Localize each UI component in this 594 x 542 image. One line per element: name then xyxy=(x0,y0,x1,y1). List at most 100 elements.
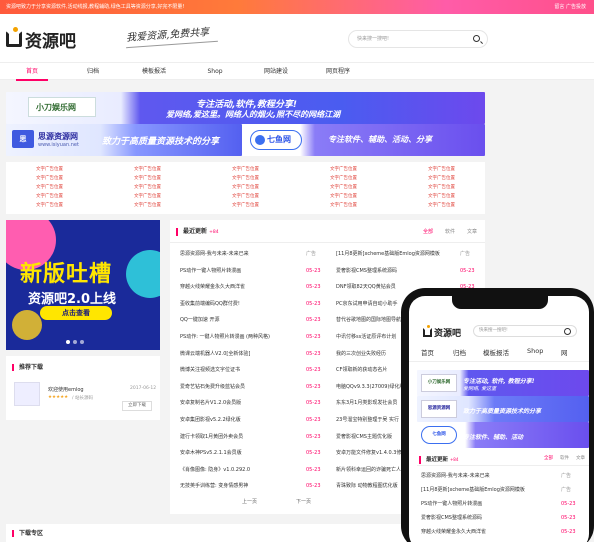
carousel-dot[interactable] xyxy=(80,340,84,344)
phone-news-item-date: 05-23 xyxy=(561,515,576,521)
text-ad-link[interactable]: 文字广告位置 xyxy=(330,184,357,191)
text-ad-link[interactable]: 文字广告位置 xyxy=(232,202,259,209)
text-ad-link[interactable]: 文字广告位置 xyxy=(134,184,161,191)
banner-siyuan[interactable]: 思 思源资源网 www.isiyuan.net 致力于高质量资源技术的分享 xyxy=(6,124,242,156)
news-item-title[interactable]: PS动作: 一键人物照片转漫画 (两种风格) xyxy=(180,331,300,344)
phone-banner-siyuan[interactable]: 思源资源网 致力于高质量资源技术的分享 xyxy=(417,396,589,422)
phone-news-item-title[interactable]: 穿越火线荣耀金永久大西洋雀 xyxy=(421,526,553,538)
site-logo[interactable]: 资源吧 xyxy=(6,27,76,52)
phone-tab-all[interactable]: 全部 xyxy=(544,455,553,461)
promo-decor-circle xyxy=(12,310,42,340)
phone-search-input[interactable]: 快来搜一搜吧! xyxy=(473,325,577,337)
tab-software[interactable]: 软件 xyxy=(445,228,455,235)
news-item-title[interactable]: 建行卡领取1月黄团外卖会员 xyxy=(180,431,300,444)
text-ad-link[interactable]: 文字广告位置 xyxy=(36,166,63,173)
phone-nav-templates[interactable]: 模板报活 xyxy=(483,347,509,357)
search-placeholder: 快来搜一搜吧! xyxy=(357,36,390,42)
phone-news-item-title[interactable]: 爱奢影视CMS整理系统源码 xyxy=(421,512,553,524)
recommend-thumbnail[interactable] xyxy=(14,382,40,406)
promo-carousel[interactable]: 新版吐槽 资源吧2.0上线 点击查看 xyxy=(6,220,160,350)
carousel-dot[interactable] xyxy=(73,340,77,344)
news-item-date: 广告 xyxy=(460,251,471,257)
nav-item-templates[interactable]: 模板报活 xyxy=(136,63,172,81)
news-tabs: 全部 软件 文章 xyxy=(423,228,477,235)
text-ad-link[interactable]: 文字广告位置 xyxy=(428,202,455,209)
prev-page-link[interactable]: 上一页 xyxy=(242,498,257,505)
phone-tab-software[interactable]: 软件 xyxy=(560,455,569,461)
news-item-date: 05-23 xyxy=(306,284,321,291)
phone-news-item-title[interactable]: [11月8更新]xcheme基础版Emlog资源网模板 xyxy=(421,484,553,496)
news-item-title[interactable]: 微博关注视频选文字位证书 xyxy=(180,364,300,377)
text-ad-link[interactable]: 文字广告位置 xyxy=(36,175,63,182)
text-ad-link[interactable]: 文字广告位置 xyxy=(330,175,357,182)
phone-news-item-title[interactable]: PS动作一键人物照片转漫画 xyxy=(421,498,553,510)
phone-logo[interactable]: 资源吧 xyxy=(423,325,461,339)
news-item-title[interactable]: 安卓复制名片V1.2.0会员版 xyxy=(180,397,300,410)
news-item-title[interactable]: QQ一键加速 开源 xyxy=(180,314,300,327)
phone-banner-logo: 思源资源网 xyxy=(421,400,457,418)
divider xyxy=(170,242,485,243)
text-ad-link[interactable]: 文字广告位置 xyxy=(428,193,455,200)
text-ad-link[interactable]: 文字广告位置 xyxy=(36,202,63,209)
nav-item-archive[interactable]: 归档 xyxy=(78,63,108,81)
phone-nav-more[interactable]: 网 xyxy=(561,347,568,357)
news-item-title[interactable]: 穿越火线荣耀金永久大西洋雀 xyxy=(180,281,300,294)
banner-qiyu[interactable]: 七鱼网 专注软件、辅助、活动、分享 xyxy=(242,124,485,156)
tab-articles[interactable]: 文章 xyxy=(467,228,477,235)
news-item-title[interactable]: 安卓集团影视v5.2.2绿化版 xyxy=(180,414,300,427)
news-item-date: 05-23 xyxy=(306,334,321,340)
phone-tab-articles[interactable]: 文章 xyxy=(576,455,585,461)
news-item-title[interactable]: 爱奇艺钻石免费升级蓝钻会员 xyxy=(180,381,300,394)
banner-xiaodao[interactable]: 小刀娱乐网 专注活动,软件,教程分享! 爱网络,爱这里。网络人的烟火,照不尽的网… xyxy=(6,92,485,124)
carousel-dot[interactable] xyxy=(66,340,70,344)
news-item-title[interactable]: PS动作一键人物照片转漫画 xyxy=(180,265,300,278)
text-ad-link[interactable]: 文字广告位置 xyxy=(428,166,455,173)
text-ad-link[interactable]: 文字广告位置 xyxy=(134,175,161,182)
nav-item-shop[interactable]: Shop xyxy=(200,63,230,81)
phone-banner-xiaodao[interactable]: 小刀娱乐网 专注活动, 软件, 教程分享! 爱网络, 爱这里 xyxy=(417,370,589,396)
text-ad-link[interactable]: 文字广告位置 xyxy=(232,166,259,173)
news-item-title[interactable]: [11月8更新]xcheme基础版Emlog资源网模板 xyxy=(336,248,454,261)
news-item-title[interactable]: 歪收集前端编码QQ群付费! xyxy=(180,298,300,311)
recommend-item-name[interactable]: 欢迎使用emlog xyxy=(48,386,84,393)
text-ad-link[interactable]: 文字广告位置 xyxy=(232,175,259,182)
nav-item-home[interactable]: 首页 xyxy=(16,63,48,81)
news-item-date: 05-23 xyxy=(306,466,321,473)
text-ad-link[interactable]: 文字广告位置 xyxy=(134,166,161,173)
news-item-title[interactable]: 《肖像图像: 隐身》v1.0.292.0 xyxy=(180,464,300,477)
text-ad-link[interactable]: 文字广告位置 xyxy=(232,184,259,191)
nav-item-website-build[interactable]: 网站建设 xyxy=(256,63,296,81)
text-ad-link[interactable]: 文字广告位置 xyxy=(330,193,357,200)
phone-news-item-title[interactable]: 思源资源网-我与未来-未来已来 xyxy=(421,470,553,482)
text-ad-link[interactable]: 文字广告位置 xyxy=(428,184,455,191)
phone-banner-subline: 爱网络, 爱这里 xyxy=(463,386,497,392)
news-item-title[interactable]: 无技英手训练营: 变身情感男神 xyxy=(180,480,300,493)
phone-nav-archive[interactable]: 归档 xyxy=(453,347,466,357)
site-header xyxy=(0,14,594,62)
tab-all[interactable]: 全部 xyxy=(423,228,433,235)
news-item-title[interactable]: 安卓木神PSv5.2.1.1会员版 xyxy=(180,447,300,460)
next-page-link[interactable]: 下一页 xyxy=(296,498,311,505)
top-links[interactable]: 留言 广告投放 xyxy=(554,0,586,14)
search-input[interactable]: 快来搜一搜吧! xyxy=(348,30,488,48)
download-button[interactable]: 立即下载 xyxy=(122,401,152,411)
phone-nav-home[interactable]: 首页 xyxy=(421,347,434,357)
news-item-title[interactable]: 爱奢影视CMS整理系统源码 xyxy=(336,265,454,278)
text-ad-link[interactable]: 文字广告位置 xyxy=(232,193,259,200)
phone-nav-shop[interactable]: Shop xyxy=(527,347,543,355)
news-item-title[interactable]: 思源资源网-我与未来-未来已来 xyxy=(180,248,300,261)
search-icon[interactable] xyxy=(473,35,480,42)
pagination: 上一页 下一页 xyxy=(170,498,370,510)
news-item-title[interactable]: 微课云端机器人V2.0[全新体验] xyxy=(180,348,300,361)
text-ad-link[interactable]: 文字广告位置 xyxy=(36,184,63,191)
recommend-panel: 推荐下载 欢迎使用emlog 2017-06-12 ★★★★★ / 站长源码 立… xyxy=(6,356,160,420)
text-ad-link[interactable]: 文字广告位置 xyxy=(330,166,357,173)
nav-item-web-programs[interactable]: 网页程序 xyxy=(318,63,358,81)
text-ad-link[interactable]: 文字广告位置 xyxy=(428,175,455,182)
text-ad-link[interactable]: 文字广告位置 xyxy=(36,193,63,200)
text-ad-link[interactable]: 文字广告位置 xyxy=(134,193,161,200)
phone-banner-qiyu[interactable]: 七鱼网 专注软件、辅助、活动 xyxy=(417,422,589,448)
promo-view-button[interactable]: 点击查看 xyxy=(40,306,112,320)
text-ad-link[interactable]: 文字广告位置 xyxy=(330,202,357,209)
text-ad-link[interactable]: 文字广告位置 xyxy=(134,202,161,209)
